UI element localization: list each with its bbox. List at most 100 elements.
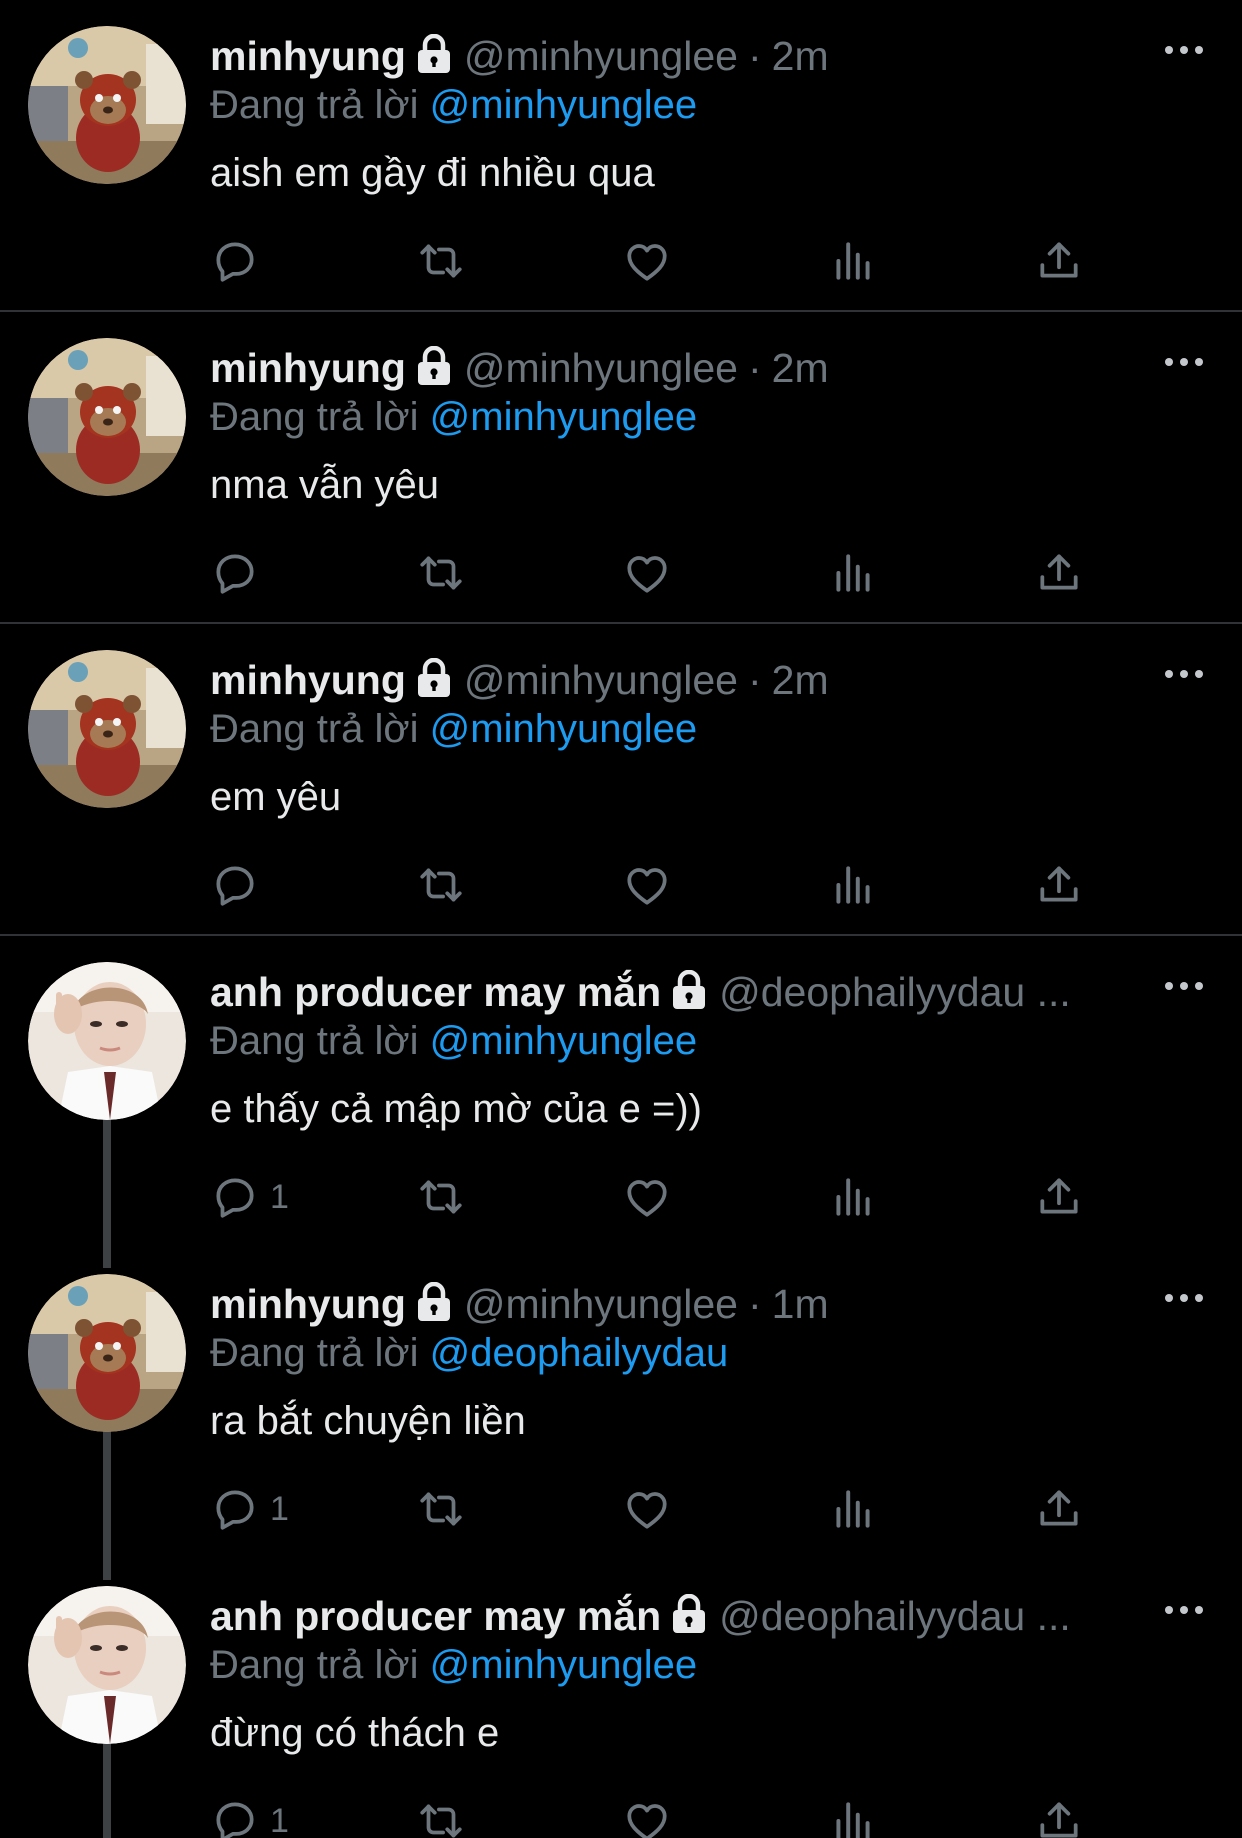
views-button[interactable] bbox=[828, 1792, 878, 1838]
user-handle[interactable]: @minhyunglee bbox=[464, 1281, 738, 1327]
retweet-button[interactable] bbox=[416, 856, 466, 914]
like-button[interactable] bbox=[622, 1480, 672, 1538]
share-button[interactable] bbox=[1034, 232, 1084, 290]
tweet-header: minhyung @minhyunglee · 2m bbox=[210, 340, 1162, 400]
tweet-text: aish em gầy đi nhiều qua bbox=[210, 151, 655, 195]
display-name[interactable]: anh producer may mắn bbox=[210, 969, 661, 1015]
display-name[interactable]: minhyung bbox=[210, 345, 406, 391]
tweet-actions bbox=[210, 856, 1100, 914]
replying-to: Đang trả lời @deophailyydau bbox=[210, 1328, 728, 1378]
reply-button[interactable]: 1 bbox=[210, 1168, 289, 1226]
share-icon bbox=[1040, 1178, 1078, 1214]
retweet-icon bbox=[420, 244, 462, 278]
mention-link[interactable]: @minhyunglee bbox=[430, 1019, 697, 1063]
retweet-button[interactable] bbox=[416, 544, 466, 602]
mention-link[interactable]: @minhyunglee bbox=[430, 707, 697, 751]
replying-to-label: Đang trả lời bbox=[210, 707, 419, 751]
mention-link[interactable]: @deophailyydau bbox=[430, 1331, 729, 1375]
views-button[interactable] bbox=[828, 544, 878, 602]
more-icon[interactable] bbox=[1162, 974, 1206, 998]
views-icon bbox=[836, 242, 870, 280]
display-name[interactable]: minhyung bbox=[210, 33, 406, 79]
replying-to-label: Đang trả lời bbox=[210, 83, 419, 127]
retweet-icon bbox=[420, 1492, 462, 1526]
tweet-header: minhyung @minhyunglee · 2m bbox=[210, 652, 1162, 712]
reply-feed: minhyung @minhyunglee · 2m Đang trả lời @mi… bbox=[0, 0, 1242, 1838]
user-handle[interactable]: @minhyunglee bbox=[464, 33, 738, 79]
retweet-icon bbox=[420, 1180, 462, 1214]
tweet-item[interactable]: anh producer may mắn @deophailyydau ... Đ… bbox=[0, 1560, 1242, 1838]
more-icon[interactable] bbox=[1162, 1598, 1206, 1622]
like-button[interactable] bbox=[622, 232, 672, 290]
timestamp[interactable]: 2m bbox=[772, 345, 829, 391]
views-icon bbox=[836, 1178, 870, 1216]
tweet-item[interactable]: minhyung @minhyunglee · 2m Đang trả lời @mi… bbox=[0, 312, 1242, 624]
reply-button[interactable]: 1 bbox=[210, 1792, 289, 1838]
thread-line bbox=[103, 1116, 111, 1248]
display-name[interactable]: minhyung bbox=[210, 1281, 406, 1327]
views-button[interactable] bbox=[828, 856, 878, 914]
user-handle[interactable]: @deophailyydau ... bbox=[719, 969, 1071, 1015]
views-button[interactable] bbox=[828, 232, 878, 290]
like-icon bbox=[627, 1804, 667, 1838]
tweet-actions bbox=[210, 232, 1100, 290]
user-handle[interactable]: @deophailyydau ... bbox=[719, 1593, 1071, 1639]
reply-button[interactable] bbox=[210, 856, 270, 914]
like-icon bbox=[627, 244, 667, 281]
mention-link[interactable]: @minhyunglee bbox=[430, 83, 697, 127]
tweet-header: minhyung @minhyunglee · 2m bbox=[210, 28, 1162, 88]
more-icon[interactable] bbox=[1162, 38, 1206, 62]
replying-to: Đang trả lời @minhyunglee bbox=[210, 80, 697, 130]
more-icon[interactable] bbox=[1162, 350, 1206, 374]
avatar[interactable] bbox=[28, 962, 186, 1120]
tweet-item[interactable]: minhyung @minhyunglee · 1m Đang trả lời @de… bbox=[0, 1248, 1242, 1560]
timestamp[interactable]: 1m bbox=[772, 1281, 829, 1327]
retweet-button[interactable] bbox=[416, 1480, 466, 1538]
retweet-button[interactable] bbox=[416, 1792, 466, 1838]
retweet-icon bbox=[420, 556, 462, 590]
replying-to: Đang trả lời @minhyunglee bbox=[210, 1640, 697, 1690]
like-button[interactable] bbox=[622, 544, 672, 602]
display-name[interactable]: anh producer may mắn bbox=[210, 1593, 661, 1639]
reply-button[interactable]: 1 bbox=[210, 1480, 289, 1538]
share-button[interactable] bbox=[1034, 856, 1084, 914]
reply-button[interactable] bbox=[210, 232, 270, 290]
more-icon[interactable] bbox=[1162, 1286, 1206, 1310]
reply-icon bbox=[216, 1802, 254, 1838]
tweet-item[interactable]: anh producer may mắn @deophailyydau ... Đ… bbox=[0, 936, 1242, 1248]
views-icon bbox=[836, 866, 870, 904]
like-icon bbox=[627, 1492, 667, 1529]
avatar[interactable] bbox=[28, 1274, 186, 1432]
like-button[interactable] bbox=[622, 1168, 672, 1226]
display-name[interactable]: minhyung bbox=[210, 657, 406, 703]
retweet-button[interactable] bbox=[416, 1168, 466, 1226]
share-button[interactable] bbox=[1034, 1168, 1084, 1226]
reply-count: 1 bbox=[270, 1177, 289, 1216]
timestamp[interactable]: 2m bbox=[772, 33, 829, 79]
like-icon bbox=[627, 868, 667, 905]
avatar[interactable] bbox=[28, 650, 186, 808]
views-button[interactable] bbox=[828, 1480, 878, 1538]
tweet-item[interactable]: minhyung @minhyunglee · 2m Đang trả lời @mi… bbox=[0, 0, 1242, 312]
like-button[interactable] bbox=[622, 1792, 672, 1838]
user-handle[interactable]: @minhyunglee bbox=[464, 657, 738, 703]
more-icon[interactable] bbox=[1162, 662, 1206, 686]
timestamp[interactable]: 2m bbox=[772, 657, 829, 703]
mention-link[interactable]: @minhyunglee bbox=[430, 1643, 697, 1687]
avatar[interactable] bbox=[28, 26, 186, 184]
avatar[interactable] bbox=[28, 338, 186, 496]
like-button[interactable] bbox=[622, 856, 672, 914]
avatar[interactable] bbox=[28, 1586, 186, 1744]
mention-link[interactable]: @minhyunglee bbox=[430, 395, 697, 439]
replying-to-label: Đang trả lời bbox=[210, 1019, 419, 1063]
retweet-button[interactable] bbox=[416, 232, 466, 290]
reply-button[interactable] bbox=[210, 544, 270, 602]
views-button[interactable] bbox=[828, 1168, 878, 1226]
reply-icon bbox=[216, 242, 254, 282]
share-button[interactable] bbox=[1034, 544, 1084, 602]
time-separator: · bbox=[747, 345, 762, 391]
share-button[interactable] bbox=[1034, 1792, 1084, 1838]
tweet-item[interactable]: minhyung @minhyunglee · 2m Đang trả lời @mi… bbox=[0, 624, 1242, 936]
share-button[interactable] bbox=[1034, 1480, 1084, 1538]
user-handle[interactable]: @minhyunglee bbox=[464, 345, 738, 391]
